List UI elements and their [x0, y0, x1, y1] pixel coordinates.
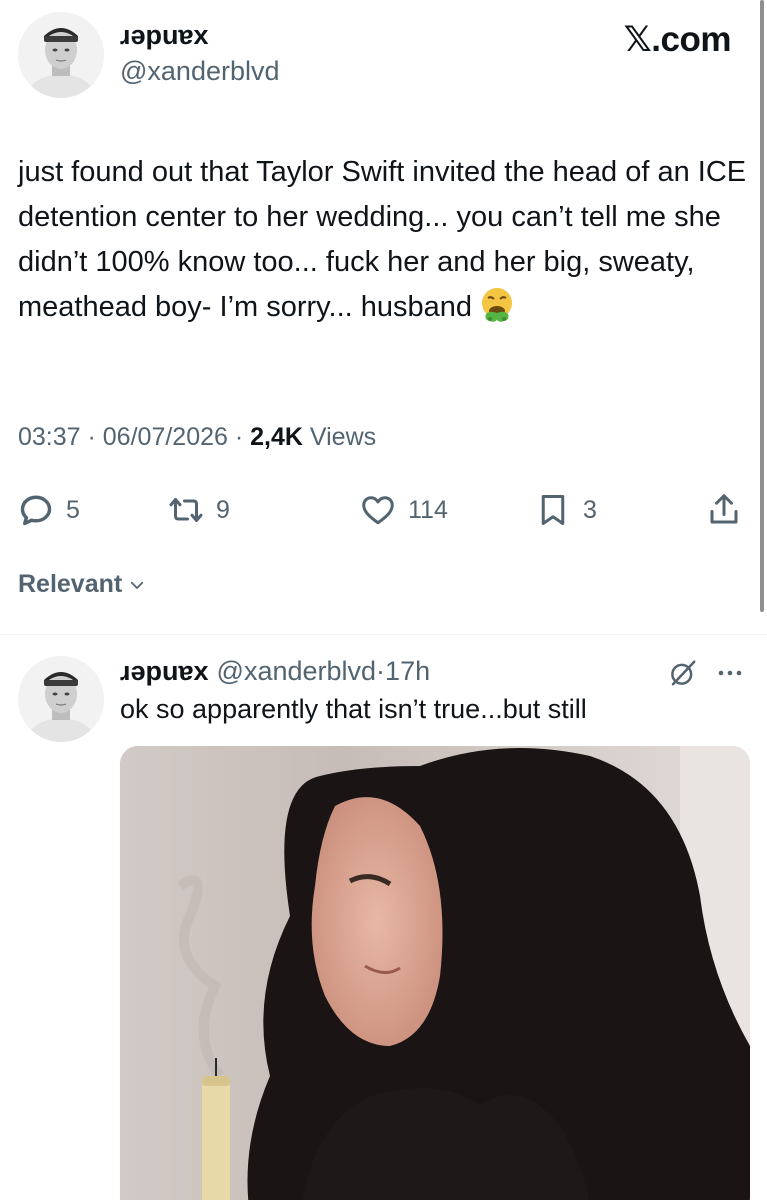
- main-tweet: ɹǝpuɐx @xanderblvd 𝕏.com just found out …: [0, 0, 767, 634]
- more-options-icon[interactable]: [712, 658, 748, 688]
- sort-dropdown[interactable]: Relevant: [18, 570, 146, 599]
- repost-count: 9: [216, 495, 230, 524]
- site-brand: 𝕏.com: [623, 20, 732, 59]
- reply-media-image[interactable]: [120, 746, 750, 1200]
- reply-icon: [20, 495, 52, 526]
- author-handle[interactable]: @xanderblvd: [120, 56, 280, 87]
- avatar-image: [18, 656, 104, 742]
- grok-icon[interactable]: [668, 658, 698, 688]
- meta-separator: ·: [227, 423, 251, 451]
- share-icon: [710, 494, 738, 524]
- share-button[interactable]: [706, 485, 742, 535]
- tweet-date[interactable]: 06/07/2026: [103, 423, 228, 451]
- repost-icon: [169, 498, 203, 522]
- bookmark-button[interactable]: 3: [535, 485, 597, 535]
- media-photo: [120, 746, 750, 1200]
- reply-button[interactable]: 5: [18, 485, 80, 535]
- reply-count: 5: [66, 495, 80, 524]
- tweet-time[interactable]: 03:37: [18, 423, 81, 451]
- views-label: Views: [302, 423, 377, 451]
- reply-avatar[interactable]: [18, 656, 104, 742]
- like-button[interactable]: 114: [360, 485, 448, 535]
- reply-author-handle[interactable]: @xanderblvd: [217, 656, 377, 687]
- bookmark-count: 3: [583, 495, 597, 524]
- tweet-actions: 5 9 114 3: [0, 485, 767, 535]
- tweet-meta: 03:37 · 06/07/2026 · 2,4K Views: [18, 423, 376, 452]
- views-count: 2,4K: [250, 423, 303, 451]
- repost-button[interactable]: 9: [168, 485, 230, 535]
- heart-icon: [362, 496, 394, 525]
- tweet-text: just found out that Taylor Swift invited…: [18, 150, 753, 330]
- chevron-down-icon: [131, 581, 144, 589]
- bookmark-icon: [541, 495, 565, 525]
- like-count: 114: [408, 495, 448, 524]
- reply-author-display-name[interactable]: ɹǝpuɐx: [120, 656, 209, 687]
- vomiting-face-emoji-icon: [478, 286, 516, 324]
- divider: [0, 634, 767, 635]
- avatar-image: [18, 12, 104, 98]
- reply-time-ago[interactable]: 17h: [385, 656, 430, 687]
- sort-label: Relevant: [18, 570, 123, 598]
- reply-text: ok so apparently that isn’t true...but s…: [120, 694, 587, 724]
- author-display-name[interactable]: ɹǝpuɐx: [120, 20, 209, 51]
- avatar[interactable]: [18, 12, 104, 98]
- meta-separator: ·: [376, 656, 386, 686]
- reply-header: ɹǝpuɐx @xanderblvd · 17h: [120, 656, 430, 687]
- tweet-text-content: just found out that Taylor Swift invited…: [18, 156, 755, 323]
- meta-separator: ·: [80, 423, 103, 451]
